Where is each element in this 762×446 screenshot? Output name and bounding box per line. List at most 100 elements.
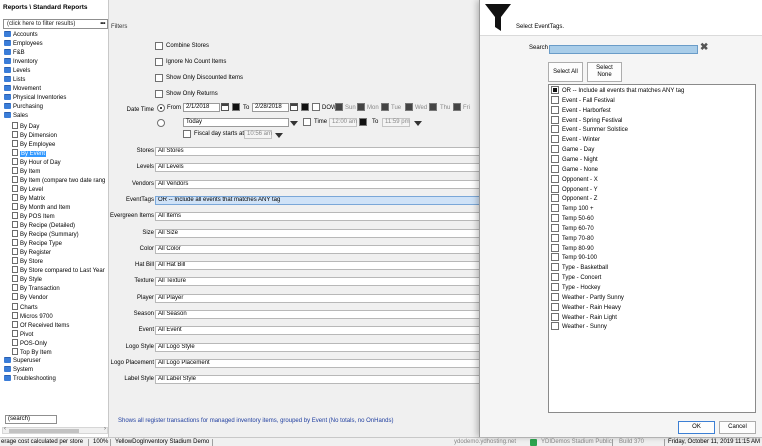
tree-item-inventory[interactable]: Inventory	[4, 58, 38, 67]
day-wed-checkbox[interactable]	[405, 103, 413, 111]
logo-placement-filter-field[interactable]: All Logo Placement	[155, 358, 535, 368]
eventtag-checkbox[interactable]	[551, 125, 559, 134]
fiscal-time-input[interactable]: 10:56 am	[244, 130, 272, 139]
to-time-toggle[interactable]	[301, 103, 309, 111]
fiscal-day-checkbox[interactable]	[183, 130, 191, 138]
tree-item-physical-inventories[interactable]: Physical Inventories	[4, 94, 66, 103]
logo-style-filter-field[interactable]: All Logo Style	[155, 342, 535, 352]
eventtag-item[interactable]: Opponent - X	[551, 174, 598, 184]
eventtag-checkbox[interactable]	[551, 154, 559, 163]
select-none-button[interactable]: Select None	[587, 62, 622, 82]
tree-item-purchasing[interactable]: Purchasing	[4, 103, 43, 112]
eventtag-item[interactable]: OR -- Include all events that matches AN…	[551, 86, 684, 95]
day-thu-checkbox[interactable]	[429, 103, 437, 111]
eventtag-item[interactable]: Type - Basketball	[551, 263, 608, 272]
from-time-toggle[interactable]	[232, 103, 240, 111]
tree-item-by-matrix[interactable]: By Matrix	[12, 193, 45, 203]
select-all-button[interactable]: Select All	[548, 62, 583, 82]
eventtag-checkbox[interactable]	[551, 164, 559, 173]
eventtag-item[interactable]: Weather - Sunny	[551, 322, 607, 331]
tree-item-troubleshooting[interactable]: Troubleshooting	[4, 374, 56, 384]
tree-item-by-event[interactable]: By Event	[12, 148, 47, 158]
eventtag-item[interactable]: Temp 100 +	[551, 204, 594, 213]
more-options-button[interactable]: •••	[100, 20, 105, 28]
dow-checkbox[interactable]	[312, 103, 320, 111]
day-tue-checkbox[interactable]	[381, 103, 389, 111]
tree-item-movement[interactable]: Movement	[4, 85, 41, 94]
eventtag-checkbox[interactable]	[551, 145, 559, 154]
dialog-search-input[interactable]	[549, 45, 698, 54]
from-date-input[interactable]: 2/1/2018	[183, 103, 220, 112]
eventtag-checkbox[interactable]	[551, 292, 559, 301]
tree-item-charts[interactable]: Charts	[12, 302, 38, 312]
eventtag-checkbox[interactable]	[551, 312, 559, 321]
fiscal-time-dropdown-icon[interactable]	[275, 133, 283, 138]
tree-item-system[interactable]: System	[4, 365, 33, 375]
tree-item-superuser[interactable]: Superuser	[4, 356, 41, 366]
tree-item-by-store[interactable]: By Store	[12, 257, 43, 266]
label-style-filter-field[interactable]: All Label Style	[155, 375, 535, 385]
eventtag-item[interactable]: Event - Summer Solstice	[551, 125, 628, 134]
tree-item-f-b[interactable]: F&B	[4, 49, 25, 58]
event-filter-field[interactable]: All Event	[155, 326, 535, 336]
tree-item-by-employee[interactable]: By Employee	[12, 139, 55, 149]
tree-search-input[interactable]: (search)	[5, 415, 57, 424]
clear-search-icon[interactable]: ✖	[700, 43, 708, 53]
to-calendar-icon[interactable]	[290, 103, 298, 111]
tree-item-lists[interactable]: Lists	[4, 76, 25, 85]
tree-item-by-vendor[interactable]: By Vendor	[12, 293, 48, 302]
relative-date-dropdown-icon[interactable]	[290, 121, 298, 126]
time-from-toggle[interactable]	[359, 118, 367, 126]
eventtag-checkbox[interactable]	[551, 214, 559, 223]
player-filter-field[interactable]: All Player	[155, 293, 535, 303]
tree-item-by-item[interactable]: By Item	[12, 166, 40, 176]
tree-item-by-style[interactable]: By Style	[12, 275, 42, 284]
tree-item-micros-9700[interactable]: Micros 9700	[12, 311, 53, 321]
tree-item-by-pos-item[interactable]: By POS Item	[12, 212, 55, 221]
eventtag-checkbox[interactable]	[551, 322, 559, 331]
vendors-filter-field[interactable]: All Vendors	[155, 179, 535, 189]
eventtag-item[interactable]: Type - Hockey	[551, 283, 600, 292]
eventtag-item[interactable]: Game - None	[551, 164, 598, 174]
tree-item-of-received-items[interactable]: Of Received Items	[12, 320, 69, 330]
season-filter-field[interactable]: All Season	[155, 310, 535, 319]
tree-item-accounts[interactable]: Accounts	[4, 31, 38, 40]
tree-item-by-register[interactable]: By Register	[12, 248, 51, 257]
eventtag-checkbox[interactable]	[551, 194, 559, 203]
eventtag-checkbox[interactable]	[551, 135, 559, 144]
eventtag-item[interactable]: Game - Night	[551, 154, 598, 164]
day-mon-checkbox[interactable]	[357, 103, 365, 111]
tree-item-by-recipe-type[interactable]: By Recipe Type	[12, 239, 62, 248]
scroll-right-arrow-icon[interactable]: ›	[104, 426, 106, 432]
tree-item-by-dimension[interactable]: By Dimension	[12, 130, 57, 140]
from-calendar-icon[interactable]	[221, 103, 229, 111]
eventtag-checkbox[interactable]	[551, 233, 559, 242]
eventtag-checkbox[interactable]	[551, 115, 559, 124]
eventtag-checkbox[interactable]	[551, 223, 559, 232]
tree-item-by-day[interactable]: By Day	[12, 121, 39, 131]
eventtag-checkbox[interactable]	[551, 302, 559, 311]
eventtag-item[interactable]: Weather - Partly Sunny	[551, 292, 624, 302]
evergreen-items-filter-field[interactable]: All Items	[155, 212, 535, 222]
combine-stores-checkbox[interactable]	[155, 42, 163, 50]
eventtag-checkbox[interactable]	[551, 204, 559, 213]
eventtag-checkbox[interactable]	[551, 283, 559, 291]
size-filter-field[interactable]: All Size	[155, 228, 535, 238]
eventtag-checkbox[interactable]	[551, 253, 559, 262]
eventtag-item[interactable]: Temp 60-70	[551, 223, 594, 233]
tree-item-by-item-compare-two-date-rang[interactable]: By Item (compare two date rang	[12, 175, 105, 185]
relative-date-radio[interactable]	[157, 119, 165, 127]
eventtag-item[interactable]: Temp 70-80	[551, 233, 594, 243]
tree-item-pivot[interactable]: Pivot	[12, 329, 33, 339]
tree-item-sales[interactable]: Sales	[4, 112, 28, 121]
time-from-input[interactable]: 12:00 am	[329, 118, 357, 127]
scroll-thumb[interactable]	[9, 429, 79, 433]
tree-item-by-month-and-item[interactable]: By Month and Item	[12, 202, 70, 212]
hat-bill-filter-field[interactable]: All Hat Bill	[155, 261, 535, 271]
eventtag-item[interactable]: Opponent - Y	[551, 184, 598, 194]
day-sun-checkbox[interactable]	[335, 103, 343, 111]
eventtag-checkbox[interactable]	[551, 263, 559, 272]
to-date-input[interactable]: 2/28/2018	[252, 103, 289, 112]
only-returns-checkbox[interactable]	[155, 90, 163, 98]
eventtag-item[interactable]: Event - Harborfest	[551, 105, 611, 115]
